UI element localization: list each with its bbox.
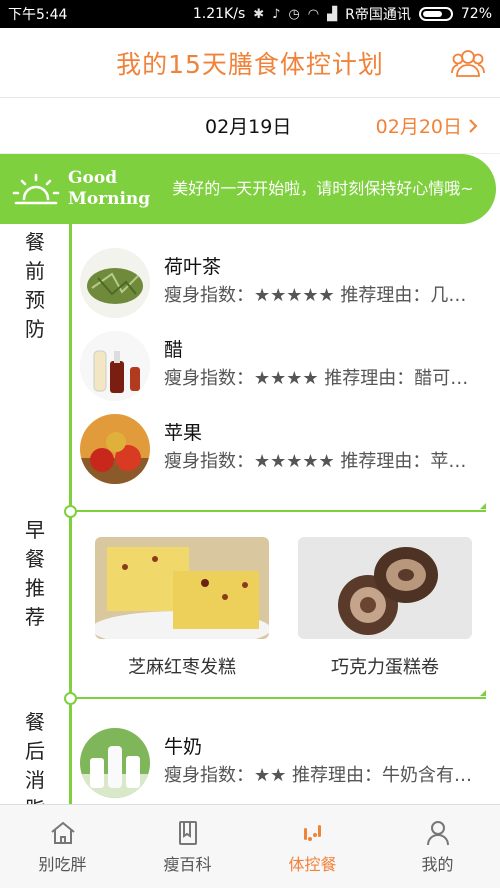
status-right: 1.21K/s ✱ ♪ ◷ ◠ ▟ R帝国通讯 72%	[193, 4, 492, 24]
footprints-icon	[303, 824, 321, 841]
sunrise-icon	[12, 173, 60, 205]
status-time: 下午5:44	[8, 7, 68, 23]
item-name: 牛奶	[164, 736, 203, 758]
page-title: 我的15天膳食体控计划	[116, 49, 384, 79]
battery-icon	[418, 7, 453, 21]
tab-label: 瘦百科	[163, 854, 212, 874]
apple-image	[80, 414, 150, 484]
item-name: 苹果	[164, 422, 203, 444]
greeting-line-2: Morning	[68, 189, 151, 209]
item-name: 荷叶茶	[164, 256, 222, 278]
lotus-tea-image	[80, 248, 150, 318]
breakfast-card[interactable]: 芝麻红枣发糕	[95, 537, 269, 679]
chocolate-roll-image	[298, 537, 472, 639]
greeting-message: 美好的一天开始啦，请时刻保持好心情哦~	[172, 179, 474, 198]
section-separator	[76, 510, 486, 512]
meal-plan-list[interactable]: 餐前预防 荷叶茶 瘦身指数：★★★★★ 推荐理由：几… 醋 瘦身指数：★★★★ …	[0, 224, 500, 804]
greeting-line-1: Good	[68, 168, 118, 188]
item-desc: 瘦身指数：★★ 推荐理由：牛奶含有…	[164, 765, 472, 786]
signal-icon: ▟	[327, 6, 338, 22]
separator-corner	[480, 690, 486, 696]
carrier-name: R帝国通讯	[345, 7, 411, 23]
wifi-icon: ◠	[307, 6, 320, 22]
tab-diet-meal[interactable]: 体控餐	[250, 805, 375, 888]
section-separator	[76, 697, 486, 699]
list-item[interactable]: 苹果 瘦身指数：★★★★★ 推荐理由：苹…	[80, 414, 500, 490]
tab-label: 别吃胖	[38, 854, 87, 874]
breakfast-card[interactable]: 巧克力蛋糕卷	[298, 537, 472, 679]
book-icon	[178, 820, 197, 845]
vinegar-image	[80, 331, 150, 401]
list-item[interactable]: 荷叶茶 瘦身指数：★★★★★ 推荐理由：几…	[80, 248, 500, 324]
greeting-text: Good Morning	[68, 168, 150, 210]
next-date-label: 02月20日	[375, 116, 462, 138]
tab-home[interactable]: 别吃胖	[0, 805, 125, 888]
alarm-icon: ◷	[288, 6, 300, 22]
home-icon	[50, 821, 75, 844]
list-item[interactable]: 牛奶 瘦身指数：★★ 推荐理由：牛奶含有…	[80, 728, 500, 804]
tab-label: 体控餐	[288, 854, 337, 874]
status-bar: 下午5:44 1.21K/s ✱ ♪ ◷ ◠ ▟ R帝国通讯 72%	[0, 0, 500, 28]
network-speed: 1.21K/s	[192, 6, 246, 22]
list-item[interactable]: 醋 瘦身指数：★★★★ 推荐理由：醋可…	[80, 331, 500, 407]
current-date: 02月19日	[205, 116, 292, 138]
section-label-post-meal: 餐后消脂	[25, 710, 45, 804]
sesame-date-cake-image	[95, 537, 269, 639]
battery-percent: 72%	[460, 6, 492, 22]
users-icon[interactable]	[450, 46, 486, 80]
card-caption: 芝麻红枣发糕	[128, 657, 236, 678]
bluetooth-icon: ✱	[253, 6, 265, 22]
item-name: 醋	[164, 339, 184, 361]
item-desc: 瘦身指数：★★★★★ 推荐理由：苹…	[164, 451, 467, 472]
tab-label: 我的	[421, 854, 454, 874]
app-header: 我的15天膳食体控计划	[0, 28, 500, 98]
separator-corner	[480, 503, 486, 509]
date-selector: 02月19日 02月20日	[0, 98, 500, 154]
milk-image	[80, 728, 150, 798]
person-icon	[426, 820, 449, 845]
next-date-button[interactable]: 02月20日	[376, 112, 478, 139]
section-label-breakfast: 早餐推荐	[25, 518, 45, 629]
card-caption: 巧克力蛋糕卷	[331, 657, 439, 678]
mute-icon: ♪	[272, 6, 281, 22]
item-desc: 瘦身指数：★★★★ 推荐理由：醋可…	[164, 368, 469, 389]
section-label-pre-meal: 餐前预防	[25, 230, 45, 341]
greeting-banner: Good Morning 美好的一天开始啦，请时刻保持好心情哦~	[0, 154, 496, 224]
tab-encyclopedia[interactable]: 瘦百科	[125, 805, 250, 888]
item-desc: 瘦身指数：★★★★★ 推荐理由：几…	[164, 285, 467, 306]
bottom-tab-bar: 别吃胖 瘦百科 体控餐 我的	[0, 804, 500, 888]
chevron-right-icon	[469, 118, 478, 133]
tab-me[interactable]: 我的	[375, 805, 500, 888]
